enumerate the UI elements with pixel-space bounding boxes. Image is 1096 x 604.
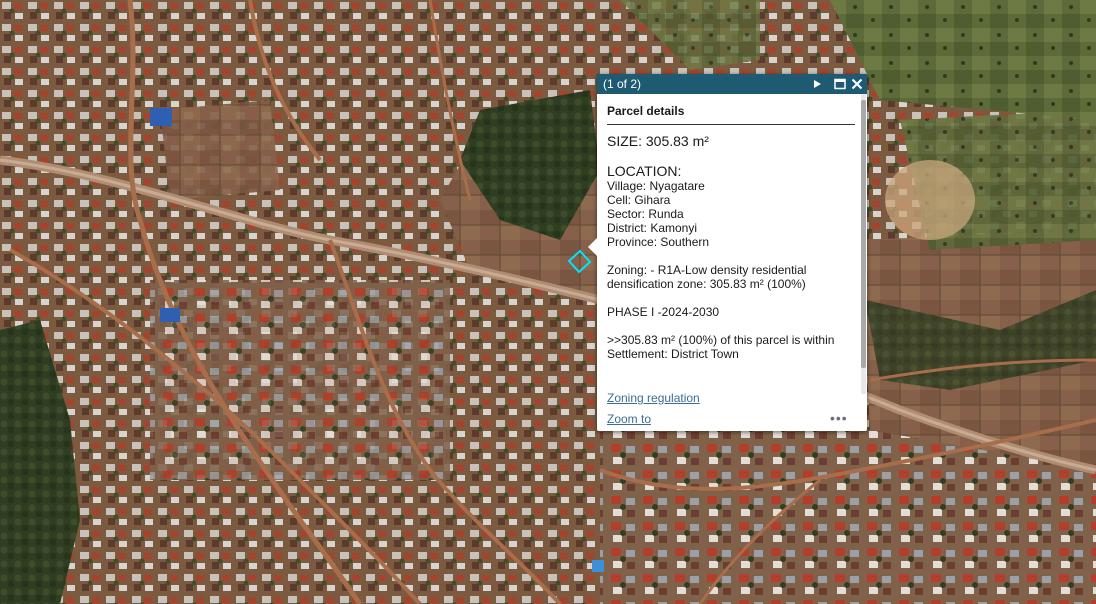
location-district: District: Kamonyi bbox=[607, 221, 698, 235]
location-heading: LOCATION: bbox=[607, 163, 682, 179]
settlement-text: >>305.83 m² (100%) of this parcel is wit… bbox=[607, 333, 835, 347]
zoom-to-link[interactable]: Zoom to bbox=[607, 412, 651, 426]
zoning-area-text: densification zone: 305.83 m² (100%) bbox=[607, 277, 806, 291]
satellite-map[interactable]: (1 of 2) Parcel details SIZE: 305.83 m² … bbox=[0, 0, 1096, 604]
location-province: Province: Southern bbox=[607, 235, 710, 249]
zoning-text: Zoning: - R1A-Low density residential bbox=[607, 263, 807, 277]
phase-text: PHASE I -2024-2030 bbox=[607, 305, 720, 319]
popup-title: Parcel details bbox=[607, 104, 855, 125]
popup-content: Parcel details SIZE: 305.83 m² LOCATION:… bbox=[607, 94, 856, 394]
location-cell: Cell: Gihara bbox=[607, 193, 671, 207]
location-village: Village: Nyagatare bbox=[607, 179, 705, 193]
scrollbar-thumb[interactable] bbox=[861, 100, 866, 368]
close-icon[interactable] bbox=[850, 77, 864, 91]
settlement-name: Settlement: District Town bbox=[607, 347, 739, 361]
popup-scrollbar[interactable] bbox=[861, 94, 866, 394]
location-sector: Sector: Runda bbox=[607, 207, 684, 221]
parcel-size: SIZE: 305.83 m² bbox=[607, 133, 709, 149]
popup-pointer bbox=[588, 238, 597, 256]
feature-counter: (1 of 2) bbox=[603, 77, 642, 91]
zoning-regulation-link[interactable]: Zoning regulation bbox=[607, 391, 700, 405]
parcel-popup: (1 of 2) Parcel details SIZE: 305.83 m² … bbox=[588, 74, 867, 431]
next-feature-icon[interactable] bbox=[810, 77, 824, 91]
popup-header: (1 of 2) bbox=[597, 74, 867, 94]
more-options-icon[interactable]: ••• bbox=[830, 410, 848, 426]
maximize-icon[interactable] bbox=[833, 77, 847, 91]
satellite-basemap bbox=[0, 0, 1096, 604]
